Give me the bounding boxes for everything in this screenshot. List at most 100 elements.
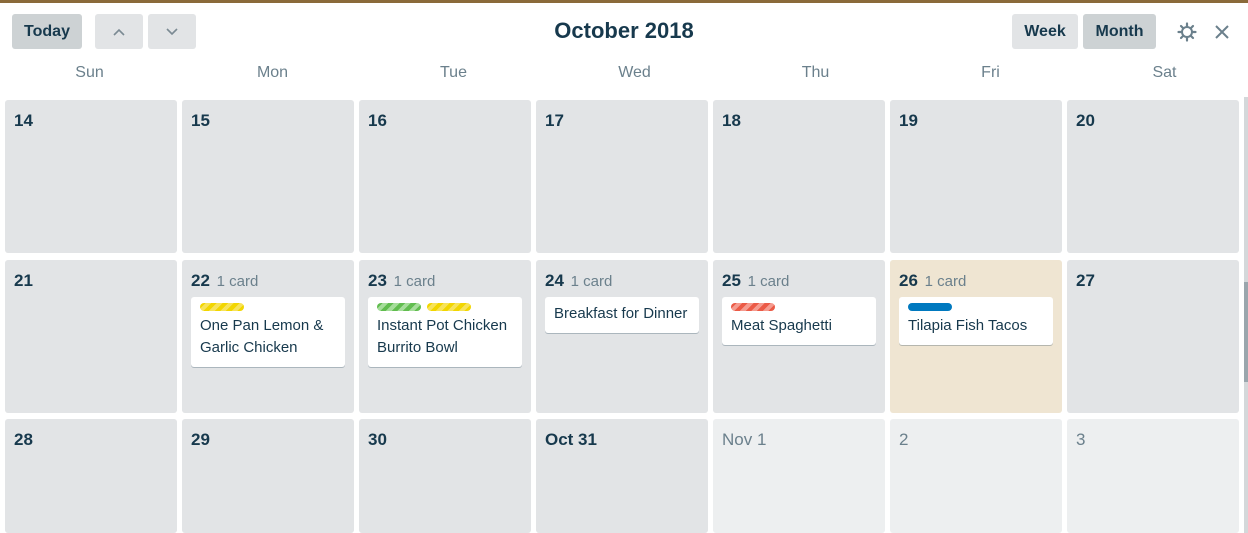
month-view-button[interactable]: Month	[1083, 14, 1156, 49]
day-cell[interactable]: 23 1 card Instant Pot Chicken Burrito Bow…	[359, 260, 531, 413]
day-number-text: 27	[1076, 271, 1095, 290]
card-label-yellow	[427, 303, 471, 311]
day-number-text: 17	[545, 111, 564, 130]
day-cell[interactable]: Nov 1	[713, 419, 885, 533]
day-number-text: 20	[1076, 111, 1095, 130]
day-number-text: 26	[899, 271, 918, 290]
card-labels	[908, 303, 1045, 311]
day-number: 28	[14, 430, 33, 450]
day-number: 20	[1076, 111, 1095, 131]
day-number-text: 28	[14, 430, 33, 449]
card-labels	[200, 303, 337, 311]
day-cell[interactable]: 17	[536, 100, 708, 253]
day-number-text: 23	[368, 271, 387, 290]
day-number-text: 2	[899, 430, 909, 449]
day-cell[interactable]: 24 1 card Breakfast for Dinner	[536, 260, 708, 413]
day-number: Nov 1	[722, 430, 766, 450]
close-button[interactable]	[1210, 20, 1234, 44]
day-cell[interactable]: 20	[1067, 100, 1239, 253]
day-cell[interactable]: 22 1 card One Pan Lemon & Garlic Chicken	[182, 260, 354, 413]
day-cell[interactable]: Oct 31	[536, 419, 708, 533]
day-number-text: 25	[722, 271, 741, 290]
card-labels	[377, 303, 514, 311]
day-cell[interactable]: 2	[890, 419, 1062, 533]
weekday-fri: Fri	[981, 64, 1000, 81]
weekday-sat: Sat	[1152, 64, 1177, 81]
day-cell[interactable]: 14	[5, 100, 177, 253]
card-label-blue	[908, 303, 952, 311]
day-number-text: Oct 31	[545, 430, 597, 449]
card-count: 1 card	[747, 273, 790, 290]
weekday-thu: Thu	[801, 64, 830, 81]
card-labels	[731, 303, 868, 311]
weekday-wed: Wed	[618, 64, 651, 81]
day-cell[interactable]: 3	[1067, 419, 1239, 533]
recipe-card[interactable]: One Pan Lemon & Garlic Chicken	[191, 297, 345, 367]
day-number: 17	[545, 111, 564, 131]
card-title: Meat Spaghetti	[731, 317, 832, 334]
day-number: 27	[1076, 271, 1095, 291]
close-icon	[1215, 25, 1229, 39]
day-number: 16	[368, 111, 387, 131]
day-number: 26 1 card	[899, 271, 966, 291]
recipe-card[interactable]: Tilapia Fish Tacos	[899, 297, 1053, 345]
day-number: 24 1 card	[545, 271, 612, 291]
scrollbar-thumb[interactable]	[1244, 282, 1248, 382]
day-number: 3	[1076, 430, 1085, 450]
day-number-text: 19	[899, 111, 918, 130]
card-count: 1 card	[570, 273, 613, 290]
card-label-yellow	[200, 303, 244, 311]
day-number-text: 18	[722, 111, 741, 130]
day-number: 30	[368, 430, 387, 450]
day-number: 29	[191, 430, 210, 450]
settings-button[interactable]	[1175, 20, 1199, 44]
day-number: 23 1 card	[368, 271, 435, 291]
day-number-text: 22	[191, 271, 210, 290]
day-number-text: 30	[368, 430, 387, 449]
recipe-card[interactable]: Instant Pot Chicken Burrito Bowl	[368, 297, 522, 367]
day-cell[interactable]: 19	[890, 100, 1062, 253]
day-cell[interactable]: 16	[359, 100, 531, 253]
card-label-green	[377, 303, 421, 311]
day-number: 22 1 card	[191, 271, 258, 291]
day-number-text: 24	[545, 271, 564, 290]
day-number-text: 15	[191, 111, 210, 130]
day-number: 15	[191, 111, 210, 131]
weekday-sun: Sun	[75, 64, 104, 81]
card-count: 1 card	[924, 273, 967, 290]
day-cell[interactable]: 21	[5, 260, 177, 413]
day-cell[interactable]: 28	[5, 419, 177, 533]
recipe-card[interactable]: Breakfast for Dinner	[545, 297, 699, 333]
day-number: 2	[899, 430, 908, 450]
day-number: 19	[899, 111, 918, 131]
day-number-text: Nov 1	[722, 430, 767, 449]
day-number-text: 14	[14, 111, 33, 130]
day-number: 18	[722, 111, 741, 131]
day-cell[interactable]: 27	[1067, 260, 1239, 413]
recipe-card[interactable]: Meat Spaghetti	[722, 297, 876, 345]
day-number-text: 21	[14, 271, 33, 290]
day-cell[interactable]: 18	[713, 100, 885, 253]
card-title: Breakfast for Dinner	[554, 305, 688, 322]
weekday-mon: Mon	[256, 64, 289, 81]
day-number: Oct 31	[545, 430, 597, 450]
day-number: 25 1 card	[722, 271, 789, 291]
day-number-text: 16	[368, 111, 387, 130]
day-cell[interactable]: 25 1 card Meat Spaghetti	[713, 260, 885, 413]
day-cell-today[interactable]: 26 1 card Tilapia Fish Tacos	[890, 260, 1062, 413]
day-cell[interactable]: 30	[359, 419, 531, 533]
card-title: One Pan Lemon & Garlic Chicken	[200, 317, 324, 356]
day-number-text: 29	[191, 430, 210, 449]
day-number: 14	[14, 111, 33, 131]
day-number-text: 3	[1076, 430, 1086, 449]
card-label-red	[731, 303, 775, 311]
week-view-button[interactable]: Week	[1012, 14, 1078, 49]
weekday-tue: Tue	[440, 64, 467, 81]
calendar-header: Today October 2018 Week Month	[0, 0, 1248, 62]
day-cell[interactable]: 29	[182, 419, 354, 533]
card-title: Instant Pot Chicken Burrito Bowl	[377, 317, 508, 356]
day-cell[interactable]: 15	[182, 100, 354, 253]
card-title: Tilapia Fish Tacos	[908, 317, 1028, 334]
day-number: 21	[14, 271, 33, 291]
gear-icon	[1177, 22, 1197, 42]
